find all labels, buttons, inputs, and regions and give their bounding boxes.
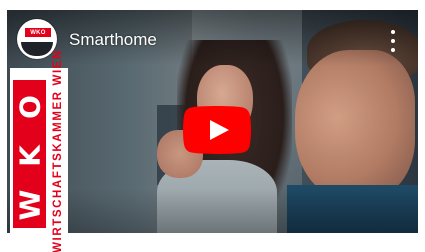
channel-avatar[interactable]: WKO xyxy=(17,19,57,59)
logo-letter-w: W xyxy=(13,189,46,221)
play-button[interactable] xyxy=(183,106,251,154)
avatar-badge-text: WKO xyxy=(30,29,46,36)
wko-logo: W K O WIRTSCHAFTSKAMMER WIEN xyxy=(10,49,68,252)
logo-vertical-text: WIRTSCHAFTSKAMMER WIEN xyxy=(51,48,64,252)
video-title[interactable]: Smarthome xyxy=(69,30,157,50)
logo-letter-k: K xyxy=(13,145,46,167)
more-options-icon[interactable] xyxy=(386,30,400,52)
play-triangle-icon xyxy=(183,106,251,154)
logo-letter-o: O xyxy=(13,95,46,119)
